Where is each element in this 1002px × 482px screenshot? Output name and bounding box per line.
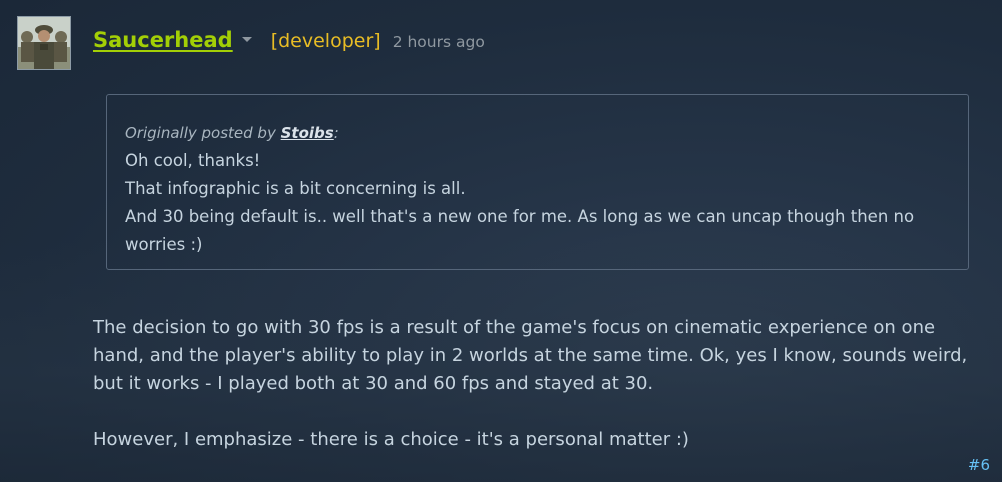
- post-paragraph: The decision to go with 30 fps is a resu…: [93, 317, 968, 394]
- developer-badge: [developer]: [270, 30, 381, 52]
- chevron-down-icon[interactable]: [241, 31, 253, 45]
- quote-block: Originally posted by Stoibs: Oh cool, th…: [106, 94, 969, 270]
- post-header: Saucerhead [developer] 2 hours ago: [93, 28, 485, 58]
- quote-line: Oh cool, thanks!: [125, 151, 261, 170]
- quote-attribution-suffix: :: [333, 124, 339, 142]
- quote-attribution: Originally posted by Stoibs:: [125, 119, 950, 147]
- quote-line: And 30 being default is.. well that's a …: [125, 207, 915, 254]
- post-paragraph: However, I emphasize - there is a choice…: [93, 429, 689, 450]
- post-number-link[interactable]: #6: [968, 456, 990, 474]
- quote-line: That infographic is a bit concerning is …: [125, 179, 466, 198]
- author-name-link[interactable]: Saucerhead: [93, 28, 233, 52]
- post-body: The decision to go with 30 fps is a resu…: [93, 314, 983, 454]
- quote-author-link[interactable]: Stoibs: [281, 124, 334, 142]
- post-timestamp: 2 hours ago: [392, 33, 485, 51]
- quote-attribution-prefix: Originally posted by: [125, 124, 276, 142]
- author-avatar[interactable]: [17, 16, 71, 70]
